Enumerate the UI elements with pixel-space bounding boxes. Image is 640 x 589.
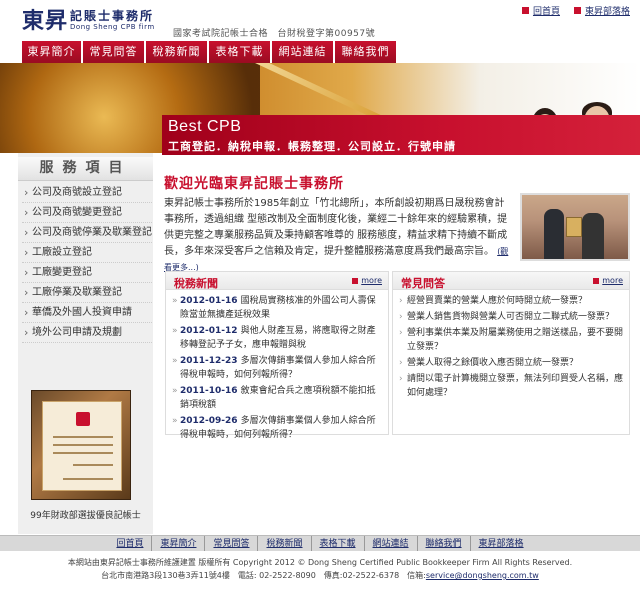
banner-title: Best CPB [168, 118, 242, 135]
emblem-icon [76, 412, 90, 426]
faq-item[interactable]: 請問以電子計算機開立發票，無法列印買受人名稱，應如何處理？ [399, 372, 625, 400]
news-item[interactable]: 2012-09-26多層次傳銷事業個人參加人綜合所得稅申報時，如何列報所得？ [172, 414, 384, 442]
news-item[interactable]: 2011-10-16敘東會紀合兵之應項稅額不能扣抵銷項稅額 [172, 384, 384, 412]
office-photo [520, 193, 630, 261]
faq-more-link[interactable]: more [593, 276, 623, 285]
nav-item-contact[interactable]: 聯絡我們 [335, 41, 396, 63]
footer-contact-line: 台北市南港路3段130巷3弄11號4樓 電話: 02-2522-8090 傳真:… [0, 569, 640, 582]
sidebar-item-factory-change[interactable]: 工廠變更登記 [22, 263, 152, 283]
news-item[interactable]: 2011-12-23多層次傳銷事業個人參加人綜合所得稅申報時，如何列報所得？ [172, 354, 384, 382]
welcome-body: 東昇記帳士事務所於1985年創立「竹北總所」，本所創設初期爲日晟稅務會計事務所，… [164, 198, 508, 257]
footer-link-faq[interactable]: 常見問答 [205, 536, 259, 551]
top-link-home-label: 回首頁 [532, 7, 560, 17]
square-bullet-icon [521, 7, 529, 14]
nav-item-links[interactable]: 網站連結 [272, 41, 333, 63]
sidebar-title: 服務項目 [18, 157, 153, 181]
news-date: 2012-01-12 [180, 326, 238, 336]
nav-item-about[interactable]: 東昇簡介 [22, 41, 81, 63]
top-link-home[interactable]: 回首頁 [521, 4, 560, 17]
footer-link-links[interactable]: 網站連結 [365, 536, 418, 551]
logo-sub-text: 記賬士事務所 [70, 9, 155, 23]
footer-link-blog[interactable]: 東昇部落格 [471, 536, 532, 551]
logo-english-text: Dong Sheng CPB firm [70, 23, 155, 31]
sidebar-item-company-registration[interactable]: 公司及商號設立登記 [22, 183, 152, 203]
welcome-title: 歡迎光臨東昇記賬士事務所 [164, 176, 344, 192]
news-date: 2011-12-23 [180, 356, 238, 366]
sidebar-item-company-change[interactable]: 公司及商號變更登記 [22, 203, 152, 223]
tax-news-list: 2012-01-16國稅局實務核准的外國公司人壽保險當並無擴產延稅效果 2012… [166, 290, 388, 442]
footer-info: 本網站由東昇記帳士事務所維護建置 版權所有 Copyright 2012 © D… [0, 556, 640, 582]
sidebar-item-factory-registration[interactable]: 工廠設立登記 [22, 243, 152, 263]
top-links: 回首頁 東昇部落格 [521, 4, 630, 17]
faq-item[interactable]: 營業人取得之餘價收入應否開立統一發票？ [399, 356, 625, 370]
logo[interactable]: 東昇 記賬士事務所 Dong Sheng CPB firm [22, 8, 155, 34]
news-item[interactable]: 2012-01-16國稅局實務核准的外國公司人壽保險當並無擴產延稅效果 [172, 294, 384, 322]
certificate-caption: 99年財政部選拔優良記帳士 [30, 511, 141, 521]
footer-nav: 回首頁 東昇簡介 常見問答 稅務新聞 表格下載 網站連結 聯絡我們 東昇部落格 [0, 535, 640, 551]
tax-news-panel: 稅務新聞 more 2012-01-16國稅局實務核准的外國公司人壽保險當並無擴… [165, 271, 389, 440]
service-list: 公司及商號設立登記 公司及商號變更登記 公司及商號停業及歇業登記 工廠設立登記 … [22, 183, 152, 343]
welcome-text: 東昇記帳士事務所於1985年創立「竹北總所」，本所創設初期爲日晟稅務會計事務所，… [164, 196, 512, 276]
faq-panel: 常見問答 more 經營買賣業的營業人應於何時開立統一發票？ 營業人銷售貨物與營… [392, 271, 630, 435]
news-item[interactable]: 2012-01-12與他人財產互易，將應取得之財產移轉登記予子女，應申報贈與稅 [172, 324, 384, 352]
page: 東昇 記賬士事務所 Dong Sheng CPB firm 國家考試院記帳士合格… [0, 0, 640, 589]
logo-main-text: 東昇 [22, 8, 69, 34]
top-link-blog-label: 東昇部落格 [584, 7, 630, 17]
nav-item-faq[interactable]: 常見問答 [83, 41, 144, 63]
nav-item-forms[interactable]: 表格下載 [209, 41, 270, 63]
header: 東昇 記賬士事務所 Dong Sheng CPB firm 國家考試院記帳士合格… [0, 0, 640, 40]
footer-link-forms[interactable]: 表格下載 [312, 536, 365, 551]
faq-title: 常見問答 [401, 277, 445, 290]
sidebar: 服務項目 公司及商號設立登記 公司及商號變更登記 公司及商號停業及歇業登記 工廠… [18, 153, 153, 534]
footer-link-home[interactable]: 回首頁 [108, 536, 153, 551]
faq-item[interactable]: 營利事業供本業及附屬業務使用之贈送樣品，要不要開立發票？ [399, 326, 625, 354]
faq-list: 經營買賣業的營業人應於何時開立統一發票？ 營業人銷售貨物與營業人可否開立二聯式統… [393, 290, 629, 400]
award-certificate-image [31, 390, 131, 500]
nav-item-tax-news[interactable]: 稅務新聞 [146, 41, 207, 63]
news-date: 2012-09-26 [180, 416, 238, 426]
footer-link-contact[interactable]: 聯絡我們 [418, 536, 471, 551]
sidebar-item-offshore-company[interactable]: 境外公司申請及規劃 [22, 323, 152, 343]
top-link-blog[interactable]: 東昇部落格 [573, 4, 630, 17]
tax-news-more-link[interactable]: more [352, 276, 382, 285]
tax-news-title: 稅務新聞 [174, 277, 218, 290]
faq-item[interactable]: 經營買賣業的營業人應於何時開立統一發票？ [399, 294, 625, 308]
sidebar-item-company-closure[interactable]: 公司及商號停業及歇業登記 [22, 223, 152, 243]
footer-email-link[interactable]: service@dongsheng.com.tw [426, 571, 539, 580]
sidebar-item-factory-closure[interactable]: 工廠停業及歇業登記 [22, 283, 152, 303]
news-date: 2011-10-16 [180, 386, 238, 396]
footer-link-about[interactable]: 東昇簡介 [152, 536, 206, 551]
square-bullet-icon [573, 7, 581, 14]
faq-item[interactable]: 營業人銷售貨物與營業人可否開立二聯式統一發票？ [399, 310, 625, 324]
banner-services: 工商登記．納稅申報．帳務整理．公司設立．行號申請 [168, 140, 456, 153]
sidebar-item-foreign-investment[interactable]: 華僑及外國人投資申請 [22, 303, 152, 323]
footer-link-tax-news[interactable]: 稅務新聞 [258, 536, 312, 551]
footer-address: 台北市南港路3段130巷3弄11號4樓 電話: 02-2522-8090 傳真:… [101, 571, 426, 580]
news-date: 2012-01-16 [180, 296, 238, 306]
license-tagline: 國家考試院記帳士合格 台財稅登字第00957號 [173, 29, 376, 39]
main-nav: 東昇簡介 常見問答 稅務新聞 表格下載 網站連結 聯絡我們 [22, 41, 398, 63]
footer-copyright: 本網站由東昇記帳士事務所維護建置 版權所有 Copyright 2012 © D… [67, 558, 573, 567]
